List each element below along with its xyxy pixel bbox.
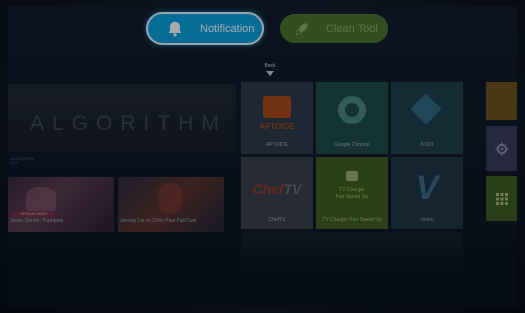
video-caption: Jeremy Lin vs Chris Paul Full Duel xyxy=(120,218,197,224)
cheftv-logo-tv: TV xyxy=(283,181,302,197)
launcher-frame: Notification Clean Tool Back ALGORITHM A… xyxy=(8,6,517,307)
app-name: ChefTV xyxy=(268,217,286,223)
banner-subcaption: 2016 xyxy=(10,161,18,165)
tv-launcher-screen: Notification Clean Tool Back ALGORITHM A… xyxy=(0,0,525,313)
app-tile-aptoide[interactable]: APTOIDE APTOIDE xyxy=(241,82,313,154)
vimeo-logo-icon: V xyxy=(415,169,439,207)
app-tile-cheftv[interactable]: ChefTV ChefTV xyxy=(241,157,313,229)
app-name: TV Charger Fan Speed Up xyxy=(322,217,382,223)
app-tile-vimeo[interactable]: V vimeo xyxy=(391,157,463,229)
notification-button[interactable]: Notification xyxy=(146,12,264,45)
bell-icon xyxy=(164,18,186,40)
cheftv-logo-chef: Chef xyxy=(252,181,284,197)
notification-label: Notification xyxy=(200,22,255,35)
settings-tile[interactable] xyxy=(486,126,517,171)
app-name: Google Chrome xyxy=(334,142,370,148)
app-name: APTOIDE xyxy=(266,142,288,148)
clean-tool-label: Clean Tool xyxy=(326,22,378,35)
tv-charger-line2: Fan Speed Up xyxy=(335,194,369,200)
back-label: Back xyxy=(264,63,276,69)
app-tile-kodi[interactable]: KODI xyxy=(391,82,463,154)
google-logo-icon xyxy=(338,96,366,124)
video-thumbnail[interactable]: OFFICIAL MUSIC Jason Derulo: Trumpets xyxy=(8,177,114,232)
featured-banner[interactable]: ALGORITHM xyxy=(8,84,236,152)
app-tile-tv-charger[interactable]: TV Charger Fan Speed Up TV Charger Fan S… xyxy=(316,157,388,229)
video-overlay-text: OFFICIAL MUSIC xyxy=(14,212,54,217)
all-apps-tile[interactable] xyxy=(486,176,517,221)
tv-icon xyxy=(346,171,358,181)
video-caption: Jason Derulo: Trumpets xyxy=(10,218,64,224)
tile-reflection xyxy=(241,232,463,272)
kodi-logo-icon xyxy=(410,93,442,125)
aptoide-logo-icon xyxy=(263,96,291,118)
app-name: KODI xyxy=(420,142,434,148)
rocket-icon xyxy=(292,19,312,39)
cheftv-logo: ChefTV xyxy=(241,181,313,197)
thumbnail-figure xyxy=(158,183,182,213)
gear-icon xyxy=(494,141,509,156)
thumbnail-figure xyxy=(26,187,56,211)
app-tile-partial[interactable] xyxy=(486,82,517,120)
banner-title: ALGORITHM xyxy=(30,112,227,135)
aptoide-logo-text: APTOIDE xyxy=(259,122,295,131)
app-name: vimeo xyxy=(420,217,434,223)
clean-tool-button[interactable]: Clean Tool xyxy=(280,14,388,43)
grid-icon xyxy=(495,192,508,205)
video-thumbnail[interactable]: Jeremy Lin vs Chris Paul Full Duel xyxy=(118,177,224,232)
chevron-down-icon xyxy=(266,71,274,76)
app-tile-google-chrome[interactable]: Google Chrome xyxy=(316,82,388,154)
tv-charger-line1: TV Charger xyxy=(339,187,365,193)
back-indicator[interactable]: Back xyxy=(260,63,280,76)
